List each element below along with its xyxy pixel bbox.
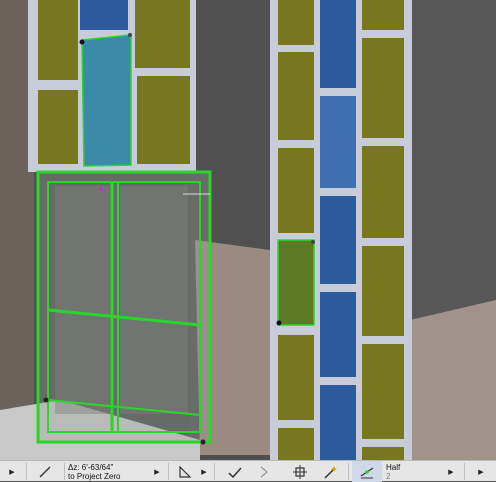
glass-panel <box>320 0 356 88</box>
glass-panel <box>362 38 404 138</box>
slope-angle-icon[interactable] <box>172 461 198 482</box>
glass-panel <box>278 0 314 45</box>
selection-node[interactable] <box>99 187 103 191</box>
3d-model-view[interactable] <box>0 0 496 460</box>
right-wall <box>410 0 496 320</box>
glass-panel <box>320 292 356 377</box>
dropdown-arrow-icon[interactable]: ▶ <box>0 461 24 482</box>
glass-panel <box>278 148 314 233</box>
glass-panel <box>135 0 190 68</box>
door-leaf-left <box>55 186 110 414</box>
glass-panel <box>362 246 404 336</box>
snap-guide-icon[interactable] <box>352 461 382 482</box>
selection-node[interactable] <box>79 39 85 45</box>
glass-panel <box>320 196 356 284</box>
glass-panel <box>362 447 404 460</box>
selection-node[interactable] <box>43 397 49 403</box>
glass-panel <box>38 0 78 80</box>
selection-node[interactable] <box>311 240 315 244</box>
guide-line-icon[interactable] <box>252 461 278 482</box>
door-leaf-right <box>120 186 188 414</box>
delta-z-value: Δz: 6'-63/64" <box>68 462 114 472</box>
offset-frame-icon[interactable] <box>288 461 312 482</box>
glass-panel <box>278 52 314 140</box>
glass-panel <box>80 0 128 30</box>
reference-dropdown-arrow[interactable]: ▶ <box>150 461 164 482</box>
snap-mode-label: Half <box>386 462 401 472</box>
selection-node[interactable] <box>128 33 132 37</box>
diagonal-line-icon[interactable] <box>28 461 62 482</box>
right-wall-lit <box>410 300 496 460</box>
magic-wand-icon[interactable] <box>318 461 344 482</box>
selection-node[interactable] <box>200 439 206 445</box>
slope-dropdown-arrow[interactable]: ▶ <box>198 461 210 482</box>
glass-panel <box>320 385 356 460</box>
snap-mode[interactable]: Half 2 <box>386 461 440 482</box>
glass-panel <box>362 0 404 30</box>
glass-panel <box>362 344 404 439</box>
reference-level: to Project Zero <box>68 471 121 481</box>
glass-panel <box>38 90 78 164</box>
selection-node[interactable] <box>276 320 282 326</box>
selected-glass-panel[interactable] <box>82 35 131 166</box>
glass-panel <box>278 335 314 420</box>
more-options-arrow[interactable]: ▶ <box>470 461 492 482</box>
checkmark-icon[interactable] <box>222 461 248 482</box>
elevation-display: Δz: 6'-63/64" to Project Zero <box>68 461 154 482</box>
glass-panel <box>320 96 356 188</box>
snap-mode-value: 2 <box>386 471 391 481</box>
bottom-toolbar: ▶ Δz: 6'-63/64" to Project Zero ▶ ▶ Half… <box>0 460 496 482</box>
glass-panel <box>278 428 314 460</box>
glass-panel <box>137 76 190 164</box>
selected-glass-panel[interactable] <box>278 240 314 325</box>
3d-viewport[interactable] <box>0 0 496 460</box>
snap-dropdown-arrow[interactable]: ▶ <box>444 461 458 482</box>
glass-panel <box>362 146 404 238</box>
